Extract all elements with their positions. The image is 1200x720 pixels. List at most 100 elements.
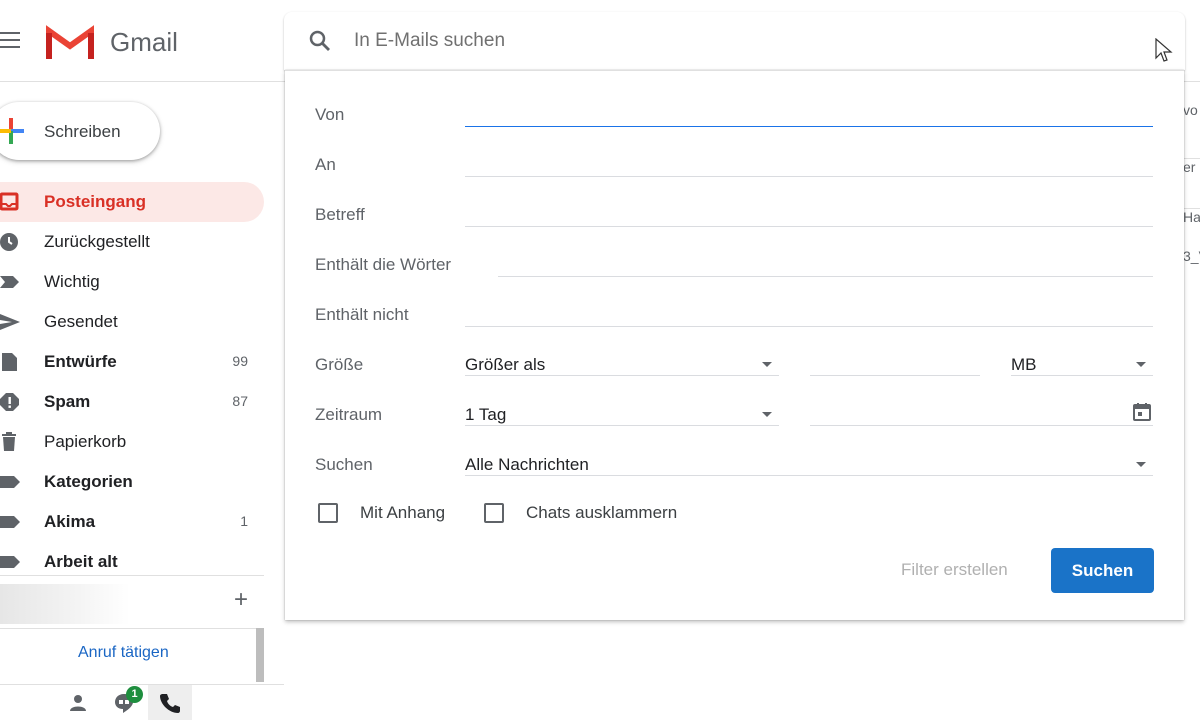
not-has-field[interactable] [465, 299, 1153, 325]
advanced-search-panel: Von An Betreff Enthält die Wörter Enthäl… [285, 70, 1184, 620]
sidebar-item-categories[interactable]: Kategorien [0, 462, 264, 502]
date-range-select[interactable]: 1 Tag [465, 405, 506, 425]
sidebar-item-label: Wichtig [44, 272, 100, 291]
sidebar-item-label: Kategorien [44, 472, 133, 491]
phone-tab[interactable] [148, 685, 192, 720]
sidebar-item-important[interactable]: Wichtig [0, 262, 264, 302]
plus-icon [0, 118, 24, 144]
spam-icon [0, 393, 19, 411]
sidebar-item-label: Gesendet [44, 312, 118, 331]
to-underline [465, 176, 1153, 177]
sidebar-item-sent[interactable]: Gesendet [0, 302, 264, 342]
search-bar [284, 12, 1185, 70]
add-contact-button[interactable]: + [234, 586, 248, 614]
sidebar-item-spam[interactable]: Spam 87 [0, 382, 264, 422]
search-in-underline [465, 475, 1153, 476]
to-field[interactable] [465, 149, 1153, 175]
sidebar-item-count: 1 [240, 513, 248, 529]
not-has-underline [465, 326, 1153, 327]
create-filter-button[interactable]: Filter erstellen [901, 560, 1008, 580]
sidebar-nav: Posteingang Zurückgestellt Wichtig Gesen… [0, 182, 264, 582]
sidebar-item-count: 99 [232, 353, 248, 369]
sidebar-item-label: Akima [44, 512, 96, 531]
label-icon [0, 476, 20, 488]
size-value-underline [810, 375, 980, 376]
size-label: Größe [315, 355, 364, 374]
search-icon[interactable] [308, 29, 332, 53]
call-row: Anruf tätigen [0, 628, 264, 684]
exclude-chats-checkbox[interactable] [484, 503, 504, 523]
sidebar-item-label: Entwürfe [44, 352, 117, 371]
fragment-text: er [1183, 158, 1200, 175]
has-words-field[interactable] [498, 249, 1153, 275]
from-label: Von [315, 105, 345, 124]
label-icon [0, 556, 20, 568]
sidebar-item-label: Arbeit alt [44, 552, 118, 571]
search-in-label: Suchen [315, 455, 373, 474]
sidebar-item-label: Papierkorb [44, 432, 127, 451]
sidebar-item-count: 87 [232, 393, 248, 409]
label-icon [0, 516, 20, 528]
size-unit-underline [1011, 375, 1153, 376]
gmail-logo[interactable] [46, 25, 94, 61]
chevron-down-icon [1136, 462, 1146, 467]
subject-underline [465, 226, 1153, 227]
from-field[interactable] [465, 99, 1153, 125]
fragment-text: Ha [1183, 208, 1200, 225]
trash-icon [2, 432, 16, 451]
sidebar-scrollbar[interactable] [256, 628, 264, 682]
brand-name: Gmail [110, 27, 178, 57]
sidebar-item-label: Posteingang [44, 192, 147, 211]
search-in-select[interactable]: Alle Nachrichten [465, 455, 589, 475]
size-value-field[interactable] [810, 349, 980, 375]
send-icon [0, 314, 20, 330]
size-unit-select[interactable]: MB [1011, 355, 1037, 375]
sidebar-item-akima[interactable]: Akima 1 [0, 502, 264, 542]
size-operator-underline [465, 375, 779, 376]
compose-label: Schreiben [44, 122, 121, 141]
date-label: Zeitraum [315, 405, 383, 424]
person-icon[interactable] [67, 692, 89, 714]
background-list-fragments: vo er Ha 3_V [1183, 82, 1200, 292]
date-range-underline [465, 425, 779, 426]
draft-icon [2, 353, 17, 371]
exclude-chats-label: Chats ausklammern [526, 503, 678, 522]
attachment-checkbox[interactable] [318, 503, 338, 523]
avatar [0, 584, 130, 624]
mouse-cursor-icon [1155, 38, 1173, 62]
hangouts-bottom-bar [0, 684, 284, 720]
sidebar-item-label: Zurückgestellt [44, 232, 150, 251]
search-button[interactable]: Suchen [1051, 548, 1154, 593]
sidebar-item-inbox[interactable]: Posteingang [0, 182, 264, 222]
chevron-down-icon [762, 412, 772, 417]
make-call-link[interactable]: Anruf tätigen [78, 644, 169, 662]
subject-label: Betreff [315, 205, 365, 224]
search-input[interactable] [354, 26, 1134, 56]
sidebar-item-drafts[interactable]: Entwürfe 99 [0, 342, 264, 382]
compose-button[interactable]: Schreiben [0, 102, 160, 160]
gmail-window: Gmail Schreiben Posteingang Zurückgestel… [0, 0, 1200, 720]
not-has-label: Enthält nicht [315, 305, 409, 324]
hangouts-user-row: + [0, 575, 264, 625]
chevron-down-icon [1136, 362, 1146, 367]
phone-icon [160, 694, 180, 713]
clock-icon [0, 233, 18, 251]
sidebar-item-snoozed[interactable]: Zurückgestellt [0, 222, 264, 262]
hangouts-badge: 1 [126, 686, 143, 703]
has-words-label: Enthält die Wörter [315, 255, 452, 274]
sidebar-item-label: Spam [44, 392, 91, 411]
size-operator-select[interactable]: Größer als [465, 355, 545, 375]
to-label: An [315, 155, 336, 174]
calendar-icon[interactable] [1132, 402, 1152, 422]
sidebar-item-trash[interactable]: Papierkorb [0, 422, 264, 462]
subject-field[interactable] [465, 199, 1153, 225]
from-underline [465, 126, 1153, 127]
inbox-icon [0, 192, 19, 211]
attachment-label: Mit Anhang [360, 503, 446, 522]
fragment-text: 3_V [1183, 248, 1200, 264]
menu-icon[interactable] [0, 32, 22, 50]
fragment-text: vo [1183, 102, 1198, 118]
date-underline [810, 425, 1153, 426]
date-field[interactable] [810, 399, 1120, 425]
important-icon [0, 276, 19, 288]
